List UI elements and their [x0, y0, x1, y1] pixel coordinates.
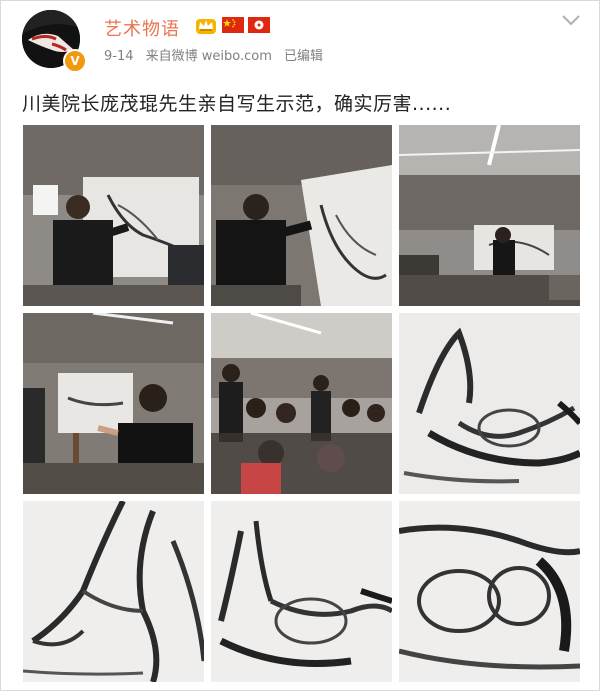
photo-7[interactable] [23, 501, 204, 682]
post-source[interactable]: 来自微博 weibo.com [146, 49, 272, 64]
verified-badge: V [63, 49, 87, 73]
china-flag-icon [222, 17, 244, 33]
photo-9[interactable] [399, 501, 580, 682]
vip-crown-icon [196, 19, 216, 34]
post-date: 9-14 [104, 49, 134, 64]
photo-1[interactable] [23, 125, 204, 306]
photo-3[interactable] [399, 125, 580, 306]
photo-grid [23, 125, 580, 685]
photo-4[interactable] [23, 313, 204, 494]
chevron-down-icon[interactable] [561, 13, 581, 27]
photo-6[interactable] [399, 313, 580, 494]
photo-2[interactable] [211, 125, 392, 306]
photo-5[interactable] [211, 313, 392, 494]
post-edited[interactable]: 已编辑 [284, 49, 323, 64]
hong-kong-flag-icon [248, 17, 270, 33]
username[interactable]: 艺术物语 [104, 15, 180, 41]
photo-8[interactable] [211, 501, 392, 682]
post-meta: 9-14 来自微博 weibo.com 已编辑 [104, 45, 331, 64]
weibo-post-card: V 艺术物语 9-14 来自微博 weibo.com 已编辑 川美院长庞茂琨先生… [0, 0, 600, 691]
post-text: 川美院长庞茂琨先生亲自写生示范，确实厉害...... [22, 93, 452, 115]
